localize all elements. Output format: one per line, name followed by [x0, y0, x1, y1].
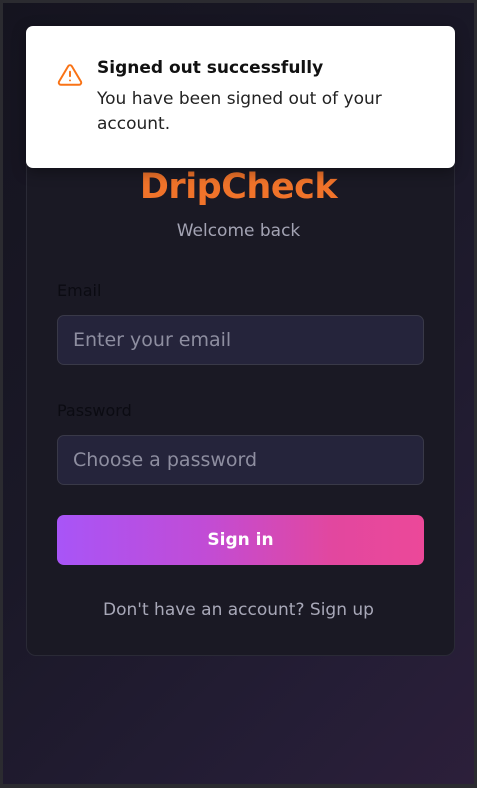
warning-triangle-icon: [57, 62, 83, 88]
signed-out-toast: Signed out successfully You have been si…: [26, 26, 455, 168]
email-label: Email: [57, 281, 102, 300]
signup-prompt: Don't have an account? Sign up: [3, 600, 474, 620]
app-window: DripCheck Welcome back Email Password Si…: [0, 0, 477, 788]
password-label: Password: [57, 401, 132, 420]
signup-prompt-text: Don't have an account?: [103, 600, 305, 620]
email-field[interactable]: [57, 315, 424, 365]
sign-up-link[interactable]: Sign up: [310, 600, 374, 620]
welcome-subtitle: Welcome back: [176, 221, 301, 241]
toast-title: Signed out successfully: [97, 58, 324, 78]
password-field[interactable]: [57, 435, 424, 485]
toast-message: You have been signed out of your account…: [97, 89, 382, 134]
sign-in-button[interactable]: Sign in: [57, 515, 424, 565]
login-card: [26, 143, 455, 656]
brand-logo: DripCheck: [139, 167, 338, 207]
